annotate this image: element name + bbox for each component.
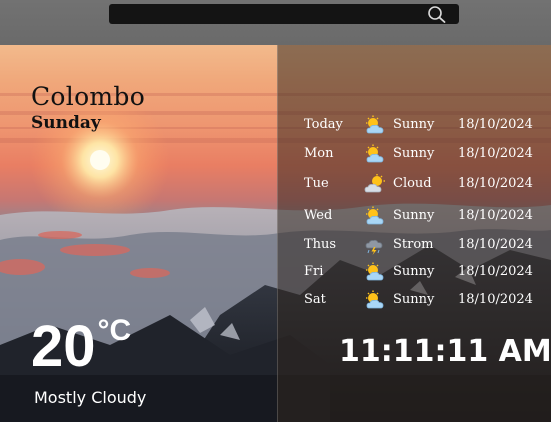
forecast-day: Today [304,117,343,132]
forecast-day: Tue [304,176,329,191]
forecast-date: 18/10/2024 [458,117,533,132]
forecast-date: 18/10/2024 [458,292,533,307]
forecast-condition: Sunny [393,146,435,161]
weather-app: Colombo Sunday 20°C Mostly Cloudy 11:11:… [0,0,551,422]
forecast-day: Wed [304,208,333,223]
cloud-sun-icon [364,174,385,193]
forecast-day: Sat [304,292,326,307]
forecast-day: Thus [304,237,337,252]
forecast-row: Thus Strom 18/10/2024 [0,234,551,256]
forecast-date: 18/10/2024 [458,237,533,252]
temperature-unit: °C [97,314,132,347]
clock: 11:11:11 AM [339,334,551,369]
sun-cloud-icon [366,144,384,163]
storm-icon [365,239,383,255]
sun-cloud-icon [366,262,384,281]
forecast-condition: Strom [393,237,434,252]
forecast-date: 18/10/2024 [458,264,533,279]
forecast-date: 18/10/2024 [458,208,533,223]
forecast-row: Mon Sunny 18/10/2024 [0,143,551,165]
top-bar [0,0,551,45]
forecast-condition: Sunny [393,117,435,132]
sun-cloud-icon [366,290,384,309]
current-condition: Mostly Cloudy [34,388,147,407]
forecast-condition: Sunny [393,264,435,279]
search-input[interactable] [115,6,415,22]
temperature-value: 20 [31,314,96,379]
search-icon[interactable] [427,5,447,23]
sun-cloud-icon [366,206,384,225]
forecast-condition: Sunny [393,292,435,307]
forecast-row: Sat Sunny 18/10/2024 [0,289,551,311]
search-bar [109,4,459,24]
forecast-date: 18/10/2024 [458,176,533,191]
forecast-row: Tue Cloud 18/10/2024 [0,173,551,195]
forecast-day: Mon [304,146,334,161]
sun-cloud-icon [366,115,384,134]
forecast-condition: Sunny [393,208,435,223]
forecast-row: Today Sunny 18/10/2024 [0,114,551,136]
forecast-row: Fri Sunny 18/10/2024 [0,261,551,283]
forecast-date: 18/10/2024 [458,146,533,161]
forecast-day: Fri [304,264,324,279]
current-temperature: 20°C [31,314,132,376]
forecast-row: Wed Sunny 18/10/2024 [0,205,551,227]
forecast-condition: Cloud [393,176,432,191]
city-name: Colombo [31,82,146,111]
